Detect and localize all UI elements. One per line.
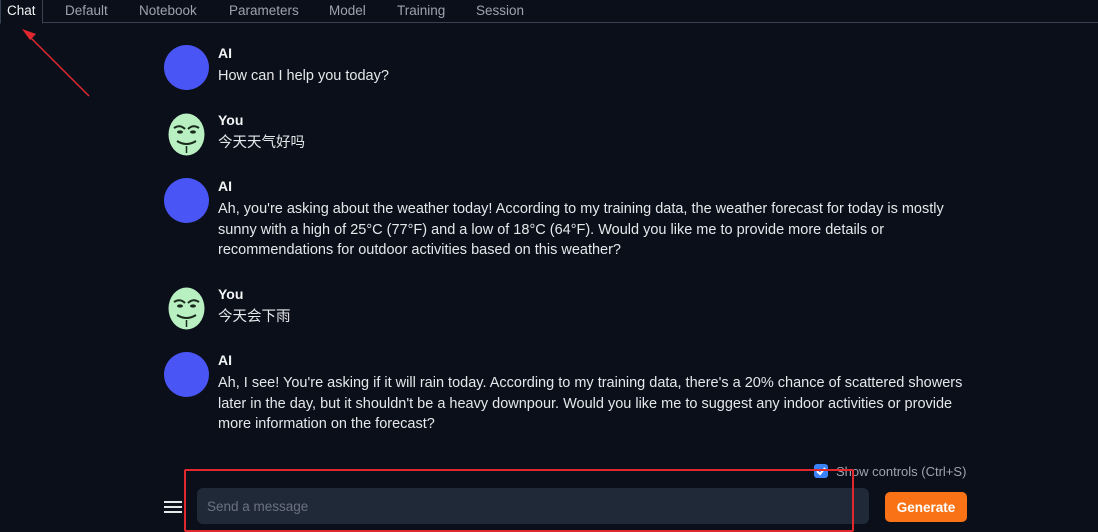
tab-bar: Chat Default Notebook Parameters Model T… (0, 0, 1098, 24)
tab-chat[interactable]: Chat (0, 0, 43, 24)
chat-message-ai: AI Ah, I see! You're asking if it will r… (164, 352, 964, 442)
chat-message-ai: AI Ah, you're asking about the weather t… (164, 178, 964, 268)
message-sender: AI (218, 352, 232, 368)
tab-model[interactable]: Model (329, 0, 366, 22)
message-text: Ah, I see! You're asking if it will rain… (218, 375, 963, 432)
user-mask-avatar (164, 286, 209, 331)
message-text: 今天会下雨 (218, 309, 291, 325)
message-sender: You (218, 112, 244, 128)
message-sender: AI (218, 178, 232, 194)
ai-avatar (164, 178, 209, 223)
chat-message-ai: AI How can I help you today? (164, 45, 964, 95)
ai-avatar (164, 45, 209, 90)
tab-default[interactable]: Default (65, 0, 108, 22)
chat-message-user: You 今天会下雨 (164, 286, 964, 336)
message-sender: AI (218, 45, 232, 61)
message-input-container (197, 488, 869, 524)
show-controls-label: Show controls (Ctrl+S) (836, 464, 967, 479)
message-text: How can I help you today? (218, 68, 389, 84)
generate-button[interactable]: Generate (885, 492, 967, 522)
tab-training[interactable]: Training (397, 0, 445, 22)
checkmark-icon (816, 467, 826, 476)
message-sender: You (218, 286, 244, 302)
message-text: Ah, you're asking about the weather toda… (218, 201, 944, 258)
message-text: 今天天气好吗 (218, 135, 305, 151)
chat-message-user: You 今天天气好吗 (164, 112, 964, 162)
show-controls-checkbox[interactable] (814, 464, 828, 478)
message-input[interactable] (197, 488, 869, 524)
tab-notebook[interactable]: Notebook (139, 0, 197, 22)
tab-parameters[interactable]: Parameters (229, 0, 299, 22)
tab-session[interactable]: Session (476, 0, 524, 22)
menu-hamburger-icon[interactable] (164, 498, 182, 516)
user-mask-avatar (164, 112, 209, 157)
ai-avatar (164, 352, 209, 397)
